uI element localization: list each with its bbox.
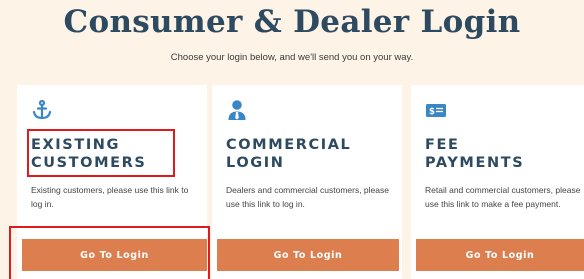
card-description: Dealers and commercial customers, please… <box>226 185 389 209</box>
card-title: FEE PAYMENTS <box>425 136 524 172</box>
svg-text:$: $ <box>429 107 435 117</box>
card-title: COMMERCIAL LOGIN <box>226 136 351 172</box>
card-title-line-2: LOGIN <box>226 155 285 171</box>
commercial-login-button[interactable]: Go To Login <box>217 239 399 271</box>
card-title-line-1: FEE <box>425 137 460 153</box>
card-title-line-2: CUSTOMERS <box>31 155 147 171</box>
card-title: EXISTING CUSTOMERS <box>31 136 146 172</box>
anchor-icon <box>31 99 53 121</box>
card-description: Retail and commercial customers, please … <box>425 185 581 209</box>
card-commercial-login: COMMERCIAL LOGIN Dealers and commercial … <box>212 85 402 279</box>
card-description: Existing customers, please use this link… <box>31 185 189 209</box>
card-fee-payments: $ FEE PAYMENTS Retail and commercial cus… <box>411 85 584 279</box>
dollar-bill-icon: $ <box>425 99 447 121</box>
card-existing-customers: EXISTING CUSTOMERS Existing customers, p… <box>17 85 207 279</box>
card-title-line-2: PAYMENTS <box>425 155 525 171</box>
fee-payments-login-button[interactable]: Go To Login <box>416 239 584 271</box>
person-with-tie-icon <box>226 99 248 121</box>
card-title-line-1: COMMERCIAL <box>226 137 352 153</box>
page-title: Consumer & Dealer Login <box>63 4 521 40</box>
card-title-line-1: EXISTING <box>31 137 121 153</box>
page-subtitle: Choose your login below, and we'll send … <box>170 52 414 63</box>
existing-customers-login-button[interactable]: Go To Login <box>22 239 207 271</box>
